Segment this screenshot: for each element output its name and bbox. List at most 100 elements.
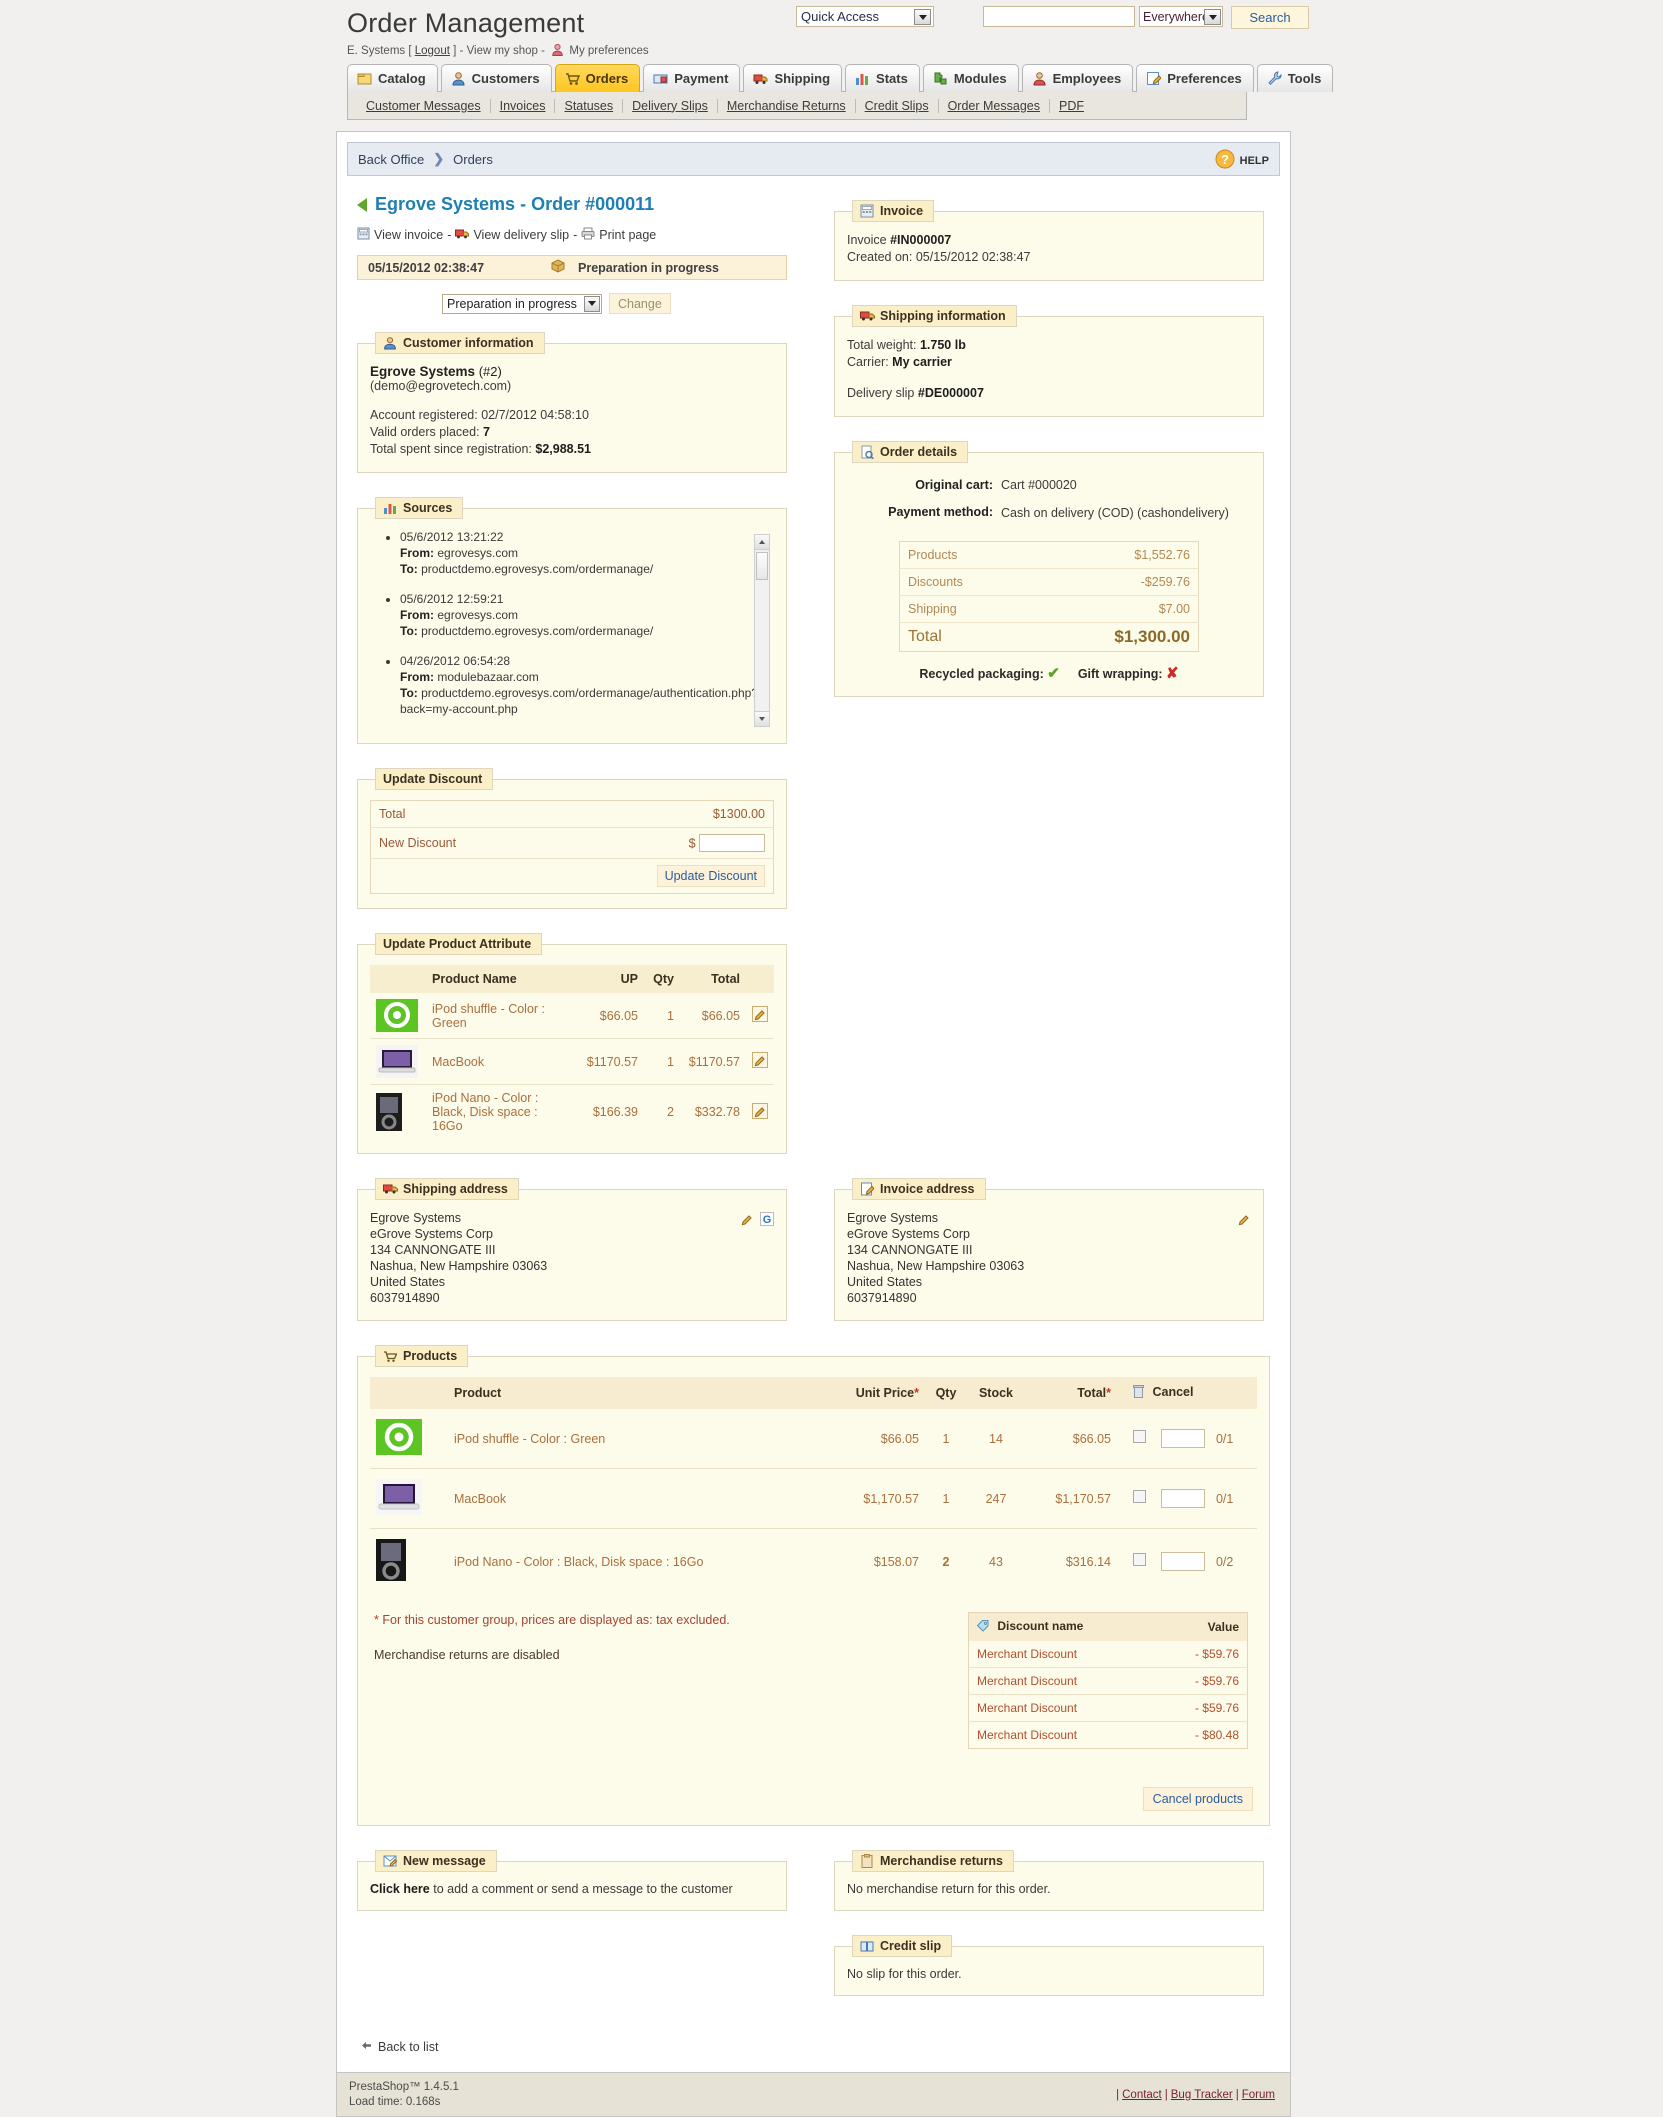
credit-slip-panel: Credit slip No slip for this order. — [834, 1935, 1264, 1996]
view-shop-link[interactable]: View my shop — [467, 45, 538, 57]
scroll-down-icon[interactable] — [755, 711, 769, 726]
subnav-delivery-slips[interactable]: Delivery Slips — [623, 98, 718, 113]
delivery-slip-row: Delivery slip #DE000007 — [847, 386, 984, 400]
product-name: iPod shuffle - Color : Green — [448, 1409, 815, 1469]
folder-icon — [357, 71, 372, 86]
back-arrow-icon[interactable] — [357, 197, 367, 212]
subnav-credit-slips[interactable]: Credit Slips — [856, 98, 939, 113]
preferences-link[interactable]: My preferences — [569, 45, 648, 57]
col-stock: Stock — [967, 1377, 1025, 1409]
scrollbar-thumb[interactable] — [756, 552, 768, 580]
chevron-down-icon[interactable] — [1204, 9, 1221, 25]
svg-text:G: G — [763, 1214, 772, 1226]
table-row: Shipping $7.00 — [899, 595, 1199, 623]
original-cart-label: Original cart: — [915, 478, 993, 492]
svg-text:?: ? — [1221, 152, 1229, 167]
edit-icon[interactable] — [740, 1212, 754, 1230]
table-row: Total $1,300.00 — [900, 623, 1199, 652]
change-status-button[interactable]: Change — [609, 293, 671, 314]
table-row: Update Discount — [371, 859, 774, 894]
product-up: $66.05 — [574, 993, 644, 1039]
google-maps-icon[interactable]: G — [760, 1212, 774, 1230]
chart-icon — [383, 501, 397, 515]
search-scope-dropdown[interactable]: Everywhere — [1139, 6, 1223, 27]
truck-icon — [860, 309, 875, 323]
subnav-invoices[interactable]: Invoices — [491, 98, 556, 113]
cancel-checkbox[interactable] — [1133, 1490, 1146, 1503]
bug-tracker-link[interactable]: Bug Tracker — [1168, 2089, 1236, 2101]
col-cancel: Cancel — [1152, 1385, 1194, 1399]
contact-link[interactable]: Contact — [1119, 2089, 1165, 2101]
update-discount-button[interactable]: Update Discount — [656, 865, 765, 887]
discount-name: Merchant Discount — [968, 1694, 1156, 1722]
tab-label: Tools — [1287, 71, 1322, 86]
product-qty: 2 — [942, 1554, 950, 1569]
subnav-merchandise-returns[interactable]: Merchandise Returns — [718, 98, 856, 113]
logout-link[interactable]: Logout — [415, 45, 450, 57]
tab-modules[interactable]: Modules — [922, 64, 1019, 92]
subnav-order-messages[interactable]: Order Messages — [939, 98, 1050, 113]
address-line: 6037914890 — [370, 1291, 440, 1305]
subnav-statuses[interactable]: Statuses — [555, 98, 624, 113]
footer-links: | Contact | Bug Tracker | Forum — [1116, 2089, 1278, 2101]
edit-icon[interactable] — [752, 1102, 768, 1122]
address-line: 134 CANNONGATE III — [370, 1243, 496, 1257]
scroll-up-icon[interactable] — [755, 535, 769, 550]
view-invoice-link[interactable]: View invoice — [374, 228, 443, 242]
cancel-qty-input[interactable] — [1161, 1489, 1206, 1508]
help-button[interactable]: ? HELP — [1214, 148, 1269, 173]
subnav-pdf[interactable]: PDF — [1050, 99, 1093, 113]
edit-icon[interactable] — [752, 1006, 768, 1025]
tab-employees[interactable]: Employees — [1021, 64, 1134, 92]
new-discount-input[interactable] — [699, 834, 765, 852]
chevron-down-icon[interactable] — [914, 9, 931, 25]
table-row: Products $1,552.76 — [899, 541, 1199, 569]
address-line: 134 CANNONGATE III — [847, 1243, 973, 1257]
print-page-link[interactable]: Print page — [599, 228, 656, 242]
shipping-address-panel: Shipping address Egrove Systems eGrove S… — [357, 1178, 787, 1321]
table-row: Total $1300.00 — [370, 800, 774, 828]
cancel-qty-input[interactable] — [1161, 1552, 1206, 1571]
edit-icon[interactable] — [752, 1052, 768, 1071]
tab-orders[interactable]: Orders — [554, 64, 641, 92]
click-here-link[interactable]: Click here — [370, 1882, 430, 1896]
product-name: MacBook — [426, 1038, 574, 1085]
sources-scroll-area[interactable]: 05/6/2012 13:21:22 From: egrovesys.com T… — [370, 529, 774, 729]
search-button[interactable]: Search — [1231, 6, 1309, 29]
help-label: HELP — [1239, 154, 1269, 167]
breadcrumb-root[interactable]: Back Office — [358, 152, 424, 167]
cancel-qty-input[interactable] — [1161, 1429, 1206, 1448]
search-input[interactable] — [983, 6, 1135, 27]
sources-scrollbar[interactable] — [754, 534, 770, 727]
discount-value: - $59.76 — [1155, 1694, 1248, 1722]
chevron-down-icon[interactable] — [584, 295, 600, 312]
new-message-panel: New message Click here to add a comment … — [357, 1850, 787, 1911]
order-title: Egrove Systems - Order #000011 — [375, 194, 655, 214]
update-product-attribute-table: Product Name UP Qty Total iPod shuffle -… — [370, 965, 774, 1139]
returns-and-slip-column: Merchandise returns No merchandise retur… — [834, 1850, 1264, 2020]
edit-icon[interactable] — [1237, 1212, 1251, 1230]
order-status-select[interactable]: Preparation in progress — [442, 293, 602, 314]
tab-payment[interactable]: Payment — [643, 64, 741, 92]
tab-customers[interactable]: Customers — [440, 64, 552, 92]
link-sep: - — [573, 228, 578, 242]
tab-tools[interactable]: Tools — [1256, 64, 1334, 92]
product-name: iPod Nano - Color : Black, Disk space : … — [432, 1091, 539, 1133]
tab-stats[interactable]: Stats — [845, 64, 920, 92]
clipboard-icon — [860, 1854, 874, 1868]
merchandise-returns-title: Merchandise returns — [852, 1850, 1014, 1872]
tab-catalog[interactable]: Catalog — [347, 64, 438, 92]
delivery-truck-icon — [455, 227, 470, 243]
cancel-products-button[interactable]: Cancel products — [1142, 1787, 1253, 1811]
tab-shipping[interactable]: Shipping — [743, 64, 843, 92]
quick-access-dropdown[interactable]: Quick Access — [796, 6, 934, 27]
cancel-checkbox[interactable] — [1133, 1430, 1146, 1443]
forum-link[interactable]: Forum — [1239, 2089, 1278, 2101]
subnav-customer-messages[interactable]: Customer Messages — [357, 98, 491, 113]
tab-preferences[interactable]: Preferences — [1136, 64, 1254, 92]
discount-name: Merchant Discount — [968, 1667, 1156, 1695]
product-name: iPod shuffle - Color : Green — [426, 993, 574, 1039]
back-to-list-row[interactable]: Back to list — [347, 2020, 1280, 2072]
view-delivery-slip-link[interactable]: View delivery slip — [473, 228, 569, 242]
cancel-checkbox[interactable] — [1133, 1553, 1146, 1566]
